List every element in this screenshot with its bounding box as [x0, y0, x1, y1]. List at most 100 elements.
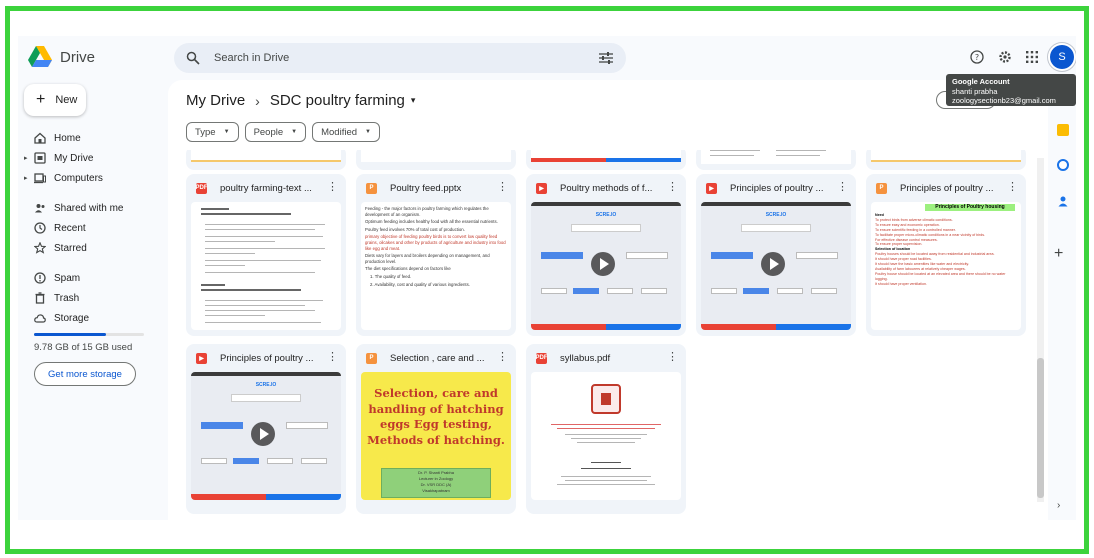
video-thumbnail: SCRE.IO [191, 372, 341, 500]
dropdown-arrow-icon: ▼ [365, 129, 371, 135]
star-icon [34, 242, 46, 254]
more-actions-icon[interactable]: ⋮ [497, 182, 508, 193]
thumb-text: Poultry feed involves 70% of total cost … [365, 226, 465, 232]
more-actions-icon[interactable]: ⋮ [667, 352, 678, 363]
home-icon [34, 132, 46, 144]
shared-users-icon [35, 204, 45, 213]
thumb-text: Poultry house should be located at an el… [875, 271, 1006, 281]
sidebar-item-computers[interactable]: ▸ Computers [24, 168, 144, 188]
file-card-partial[interactable] [866, 150, 1026, 170]
drive-logo[interactable]: Drive [28, 46, 95, 68]
breadcrumb-separator-icon: › [255, 92, 260, 109]
file-card[interactable]: ▶ Poultry methods of f... ⋮ SCRE.IO [526, 174, 686, 336]
thumb-text: Visakhapatnam [422, 488, 450, 493]
sidebar-item-my-drive[interactable]: ▸ My Drive [24, 148, 144, 168]
breadcrumb: My Drive › SDC poultry farming ▾ [186, 92, 415, 109]
sidebar-item-shared[interactable]: Shared with me [24, 198, 144, 218]
sidebar-item-home[interactable]: Home [24, 128, 144, 148]
file-card[interactable]: P Poultry feed.pptx ⋮ Feeding - the majo… [356, 174, 516, 336]
file-card-partial[interactable] [356, 150, 516, 170]
file-card[interactable]: P Selection , care and ... ⋮ Selection, … [356, 344, 516, 514]
college-seal-image [591, 384, 621, 414]
file-title: Principles of poultry ... [900, 182, 994, 194]
computer-icon [34, 173, 46, 184]
add-addon-icon[interactable]: + [1054, 246, 1063, 262]
account-avatar[interactable]: S [1050, 45, 1074, 69]
filter-modified[interactable]: Modified ▼ [312, 122, 380, 142]
video-file-icon: ▶ [706, 182, 717, 194]
settings-icon[interactable] [996, 48, 1014, 66]
folder-menu-caret-icon[interactable]: ▾ [411, 95, 416, 106]
more-actions-icon[interactable]: ⋮ [1007, 182, 1018, 193]
expand-caret-icon[interactable]: ▸ [24, 174, 28, 182]
file-card[interactable]: P Principles of poultry ... ⋮ Principles… [866, 174, 1026, 336]
clock-icon [34, 222, 46, 234]
drive-logo-icon [28, 46, 52, 67]
scrollbar[interactable] [1037, 158, 1044, 502]
support-icon[interactable]: ? [968, 48, 986, 66]
file-title: Principles of poultry ... [730, 182, 824, 194]
filter-people[interactable]: People ▼ [244, 122, 307, 142]
cloud-icon [34, 314, 46, 323]
file-title: Selection , care and ... [390, 352, 485, 364]
file-card[interactable]: PDF syllabus.pdf ⋮ [526, 344, 686, 514]
more-actions-icon[interactable]: ⋮ [497, 352, 508, 363]
filter-type[interactable]: Type ▼ [186, 122, 239, 142]
file-card[interactable]: ▶ Principles of poultry ... ⋮ SCRE.IO [696, 174, 856, 336]
thumb-text: Optimum feeding includes healthy food wi… [365, 219, 498, 225]
play-icon[interactable] [591, 252, 615, 276]
search-options-icon[interactable] [598, 51, 614, 65]
sidebar-item-starred[interactable]: Starred [24, 238, 144, 258]
search-input[interactable] [214, 52, 598, 64]
sidebar-item-trash[interactable]: Trash [24, 288, 144, 308]
contacts-icon[interactable] [1057, 194, 1069, 207]
more-actions-icon[interactable]: ⋮ [667, 182, 678, 193]
file-thumbnail [191, 202, 341, 330]
dropdown-arrow-icon: ▼ [223, 129, 230, 135]
more-actions-icon[interactable]: ⋮ [837, 182, 848, 193]
sidebar-item-spam[interactable]: Spam [24, 268, 144, 288]
breadcrumb-current-folder[interactable]: SDC poultry farming [270, 92, 405, 109]
more-actions-icon[interactable]: ⋮ [327, 352, 338, 363]
scrollbar-thumb[interactable] [1037, 358, 1044, 498]
video-file-icon: ▶ [536, 182, 547, 194]
file-title: poultry farming-text ... [220, 182, 312, 194]
breadcrumb-my-drive[interactable]: My Drive [186, 92, 245, 109]
file-thumbnail: Selection, care and handling of hatching… [361, 372, 511, 500]
get-more-storage-button[interactable]: Get more storage [34, 362, 136, 386]
more-actions-icon[interactable]: ⋮ [327, 182, 338, 193]
tasks-icon[interactable] [1057, 159, 1069, 171]
file-card[interactable]: PDF poultry farming-text ... ⋮ [186, 174, 346, 336]
slides-file-icon: P [366, 352, 377, 364]
file-title: Principles of poultry ... [220, 352, 314, 364]
search-icon[interactable] [186, 51, 200, 65]
file-card[interactable]: ▶ Principles of poultry ... ⋮ SCRE.IO [186, 344, 346, 514]
slides-file-icon: P [876, 182, 887, 194]
file-card-partial[interactable] [526, 150, 686, 170]
trash-icon [35, 292, 45, 304]
tooltip-account-name: shanti prabha [952, 86, 998, 96]
sidebar-item-recent[interactable]: Recent [24, 218, 144, 238]
video-file-icon: ▶ [196, 352, 207, 364]
thumb-text: 2. Availability, cost and quality of var… [370, 281, 470, 287]
apps-grid-icon[interactable] [1023, 48, 1041, 66]
play-icon[interactable] [761, 252, 785, 276]
storage-meter [34, 333, 144, 336]
expand-caret-icon[interactable]: ▸ [24, 154, 28, 162]
drive-app: Drive ? S + New [18, 36, 1076, 520]
new-button-label: New [55, 94, 78, 106]
search-bar[interactable] [174, 43, 626, 73]
spam-icon [34, 272, 46, 284]
file-card-partial[interactable] [186, 150, 346, 170]
file-grid: PDF poultry farming-text ... ⋮ P Poultry… [186, 150, 1046, 520]
filter-chips: Type ▼ People ▼ Modified ▼ [186, 122, 380, 142]
new-button[interactable]: + New [24, 84, 86, 116]
thumb-text: It should have proper ventilation. [875, 281, 927, 286]
file-card-partial[interactable] [696, 150, 856, 170]
thumb-text: 1. The quality of feed. [370, 273, 412, 279]
keep-icon[interactable] [1057, 124, 1069, 136]
sidebar-item-storage[interactable]: Storage [24, 308, 144, 328]
file-title: syllabus.pdf [560, 352, 611, 364]
expand-panel-chevron-icon[interactable]: › [1057, 500, 1060, 511]
play-icon[interactable] [251, 422, 275, 446]
